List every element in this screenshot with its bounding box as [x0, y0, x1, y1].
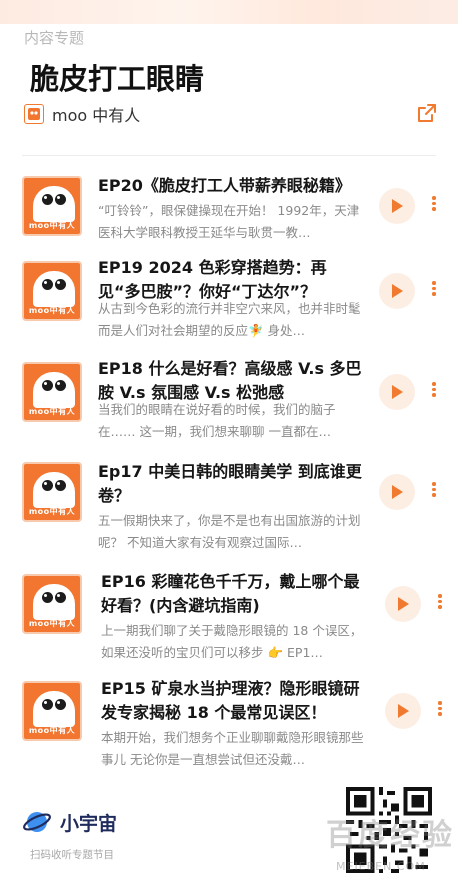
episode-description: 五一假期快来了，你是不是也有出国旅游的计划呢？ 不知道大家有没有观察过国际… [98, 513, 361, 550]
play-icon [392, 485, 403, 499]
play-icon [392, 199, 403, 213]
more-vertical-icon[interactable] [428, 480, 440, 500]
more-vertical-icon[interactable] [428, 194, 440, 214]
more-vertical-icon[interactable] [428, 380, 440, 400]
episode-title[interactable]: EP16 彩瞳花色千千万，戴上哪个最好看？(内含避坑指南) [101, 570, 371, 618]
play-button[interactable] [385, 586, 421, 622]
episode-cover-label: moo中有人 [28, 306, 76, 315]
play-button[interactable] [379, 188, 415, 224]
play-icon [392, 385, 403, 399]
play-button[interactable] [379, 374, 415, 410]
episode-cover-label: moo中有人 [28, 221, 76, 230]
more-vertical-icon[interactable] [428, 279, 440, 299]
episode-description: 从古到今色彩的流行并非空穴来风，也并非时髦 而是人们对社会期望的反应🧚 身处… [98, 301, 361, 338]
episode-description: 上一期我们聊了关于戴隐形眼镜的 18 个误区，如果还没听的宝贝们可以移步 👉 E… [101, 623, 363, 660]
top-gradient-banner [0, 0, 458, 24]
episode-cover: moo中有人 [22, 261, 82, 321]
watermark-subtitle: MEIEBEN.COM [336, 860, 426, 873]
watermark: 百度经验 [326, 818, 454, 853]
play-icon [392, 284, 403, 298]
episode-title[interactable]: Ep17 中美日韩的眼睛美学 到底谁更卷？ [98, 460, 368, 508]
episode-cover: moo中有人 [22, 362, 82, 422]
play-icon [398, 597, 409, 611]
planet-icon [23, 812, 51, 832]
episode-description: “叮铃铃”，眼保健操现在开始！ 1992年，天津医科大学眼科教授王延华与耿贯一教… [98, 203, 360, 240]
brand-subtitle: 扫码收听专题节目 [30, 849, 114, 861]
episode-title[interactable]: EP18 什么是好看？高级感 V.s 多巴胺 V.s 氛围感 V.s 松弛感 [98, 357, 368, 405]
episode-title[interactable]: EP20《脆皮打工人带薪养眼秘籍》 [98, 174, 368, 198]
episode-cover: moo中有人 [22, 176, 82, 236]
play-button[interactable] [379, 474, 415, 510]
author-row[interactable]: moo 中有人 [24, 102, 140, 126]
more-vertical-icon[interactable] [434, 592, 446, 612]
author-name: moo 中有人 [52, 106, 141, 125]
episode-cover: moo中有人 [22, 574, 82, 634]
episode-description: 当我们的眼睛在说好看的时候，我们的脑子在…… 这一期，我们想来聊聊 一直都在… [98, 402, 336, 439]
more-vertical-icon[interactable] [434, 699, 446, 719]
episode-cover-label: moo中有人 [28, 507, 76, 516]
episode-cover-label: moo中有人 [28, 726, 76, 735]
episode-title[interactable]: EP15 矿泉水当护理液？隐形眼镜研发专家揭秘 18 个最常见误区！ [101, 677, 371, 725]
episode-description: 本期开始，我们想务个正业聊聊戴隐形眼镜那些事儿 无论你是一直想尝试但还没戴… [101, 730, 364, 767]
page-title: 脆皮打工眼睛 [30, 62, 205, 96]
brand-name: 小宇宙 [60, 812, 118, 835]
brand-logo: 小宇宙 [22, 808, 117, 836]
episode-cover-label: moo中有人 [28, 407, 76, 416]
episode-title[interactable]: EP19 2024 色彩穿搭趋势：再见“多巴胺”？你好“丁达尔”？ [98, 256, 368, 304]
play-button[interactable] [379, 273, 415, 309]
author-logo-icon [24, 104, 44, 124]
section-label: 内容专题 [24, 29, 85, 47]
share-icon[interactable] [416, 102, 438, 124]
episode-cover: moo中有人 [22, 462, 82, 522]
episode-cover-label: moo中有人 [28, 619, 76, 628]
play-button[interactable] [385, 693, 421, 729]
play-icon [398, 704, 409, 718]
header-divider [22, 155, 436, 156]
episode-cover: moo中有人 [22, 681, 82, 741]
